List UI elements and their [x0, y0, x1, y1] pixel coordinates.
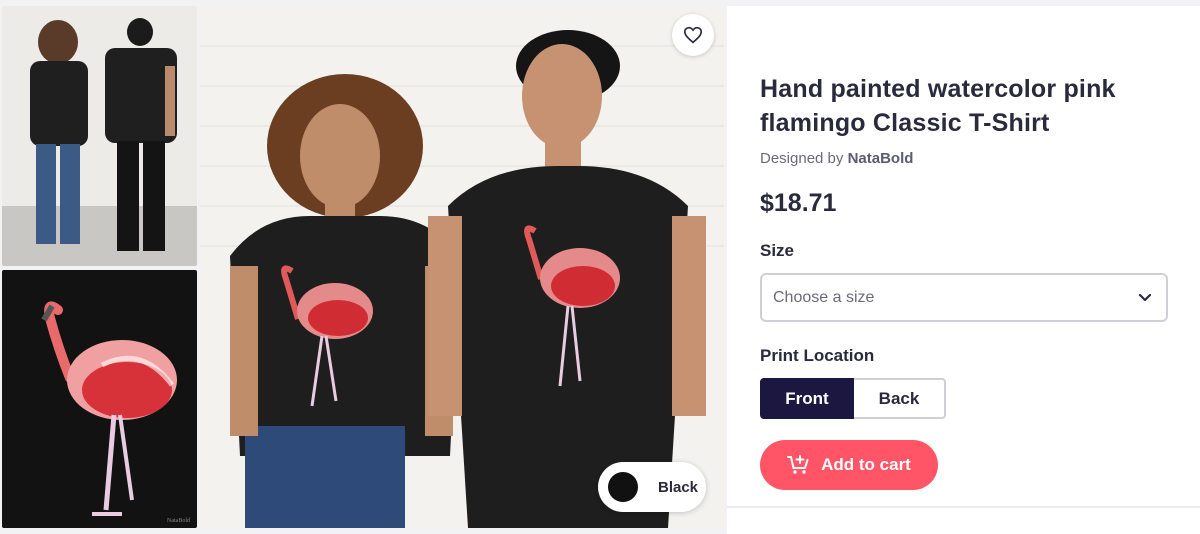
color-selector[interactable]: Black [598, 462, 706, 512]
product-price: $18.71 [760, 189, 837, 217]
add-to-cart-button[interactable]: Add to cart [760, 440, 938, 490]
size-label: Size [760, 241, 795, 260]
size-select[interactable]: Choose a size [760, 273, 1168, 322]
model-back-view-image [2, 6, 197, 266]
product-info-panel: Hand painted watercolor pink flamingo Cl… [727, 6, 1200, 506]
flamingo-design-image: NataBold [2, 270, 197, 528]
color-swatch [608, 472, 638, 502]
cart-icon [787, 455, 809, 474]
designer-prefix: Designed by [760, 150, 844, 167]
thumbnail-back-view[interactable] [2, 6, 197, 266]
print-location-label: Print Location [760, 346, 875, 365]
add-to-cart-label: Add to cart [821, 455, 911, 474]
heart-icon [683, 26, 703, 44]
designer-name-link[interactable]: NataBold [848, 150, 914, 167]
product-page: NataBold Black Hand painted watercolor p… [0, 0, 1200, 534]
print-front-option[interactable]: Front [760, 378, 854, 419]
thumbnail-flamingo-design[interactable]: NataBold [2, 270, 197, 528]
size-placeholder: Choose a size [773, 288, 875, 306]
product-title: Hand painted watercolor pink flamingo Cl… [760, 75, 1116, 137]
print-back-option[interactable]: Back [854, 378, 946, 419]
main-product-image[interactable] [200, 6, 724, 528]
models-wearing-shirt-image [200, 6, 724, 528]
favorite-button[interactable] [672, 14, 714, 56]
chevron-down-icon [1138, 293, 1152, 302]
color-label: Black [658, 478, 699, 496]
panel-footer [727, 508, 1200, 534]
design-signature: NataBold [167, 518, 190, 524]
designer-credit: Designed by NataBold [760, 150, 913, 167]
